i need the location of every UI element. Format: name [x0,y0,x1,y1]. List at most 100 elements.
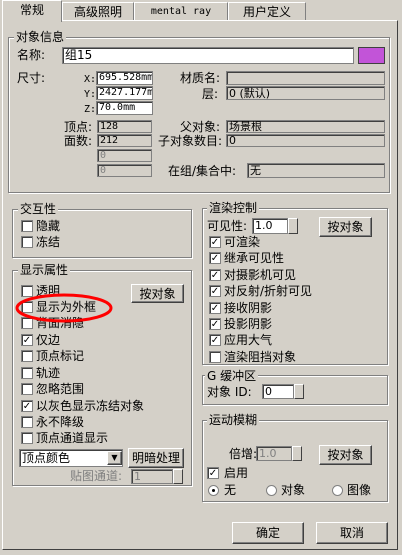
vertex-ticks-checkbox[interactable] [21,350,33,362]
tab-bar: 常规 高级照明 mental ray 用户定义 [0,0,402,22]
rendering-control-title: 渲染控制 [207,201,260,215]
visible-to-camera-label: 对摄影机可见 [224,268,297,282]
map-channel-spinner [173,469,183,484]
show-frozen-gray-checkbox[interactable]: ✓ [21,400,33,412]
apply-atmospherics-checkbox[interactable]: ✓ [209,334,221,346]
never-degrade-label: 永不降级 [36,415,85,429]
x-size-value: 695.528mm [96,71,153,85]
gbuffer-title: G 缓冲区 [205,369,259,383]
chevron-down-icon[interactable]: ▼ [107,451,122,465]
object-info-title: 对象信息 [14,30,67,44]
hide-checkbox[interactable] [21,220,33,232]
z-label: Z: [84,104,97,115]
cast-shadows-checkbox[interactable]: ✓ [209,318,221,330]
material-label: 材质名: [180,71,221,85]
shaded-button[interactable]: 明暗处理 [128,448,184,468]
name-field[interactable]: 组15 [62,47,354,64]
object-id-spinner[interactable] [294,384,304,399]
visibility-label: 可见性: [207,219,248,233]
layer-label: 层: [202,87,219,101]
freeze-label: 冻结 [36,235,61,249]
receive-shadows-checkbox[interactable]: ✓ [209,302,221,314]
vertex-ticks-label: 顶点标记 [36,349,85,363]
motion-blur-title: 运动模糊 [207,413,260,427]
faces-label: 面数: [64,134,93,148]
tab-user-defined[interactable]: 用户定义 [228,2,306,20]
red-ellipse-annotation [15,293,113,323]
vertices-label: 顶点: [64,120,93,134]
multiplier-label: 倍增: [229,447,258,461]
apply-atmospherics-label: 应用大气 [224,333,273,347]
object-id-field[interactable]: 0 [262,384,294,399]
children-field: 0 [226,134,385,147]
render-occluded-label: 渲染阻挡对象 [224,350,297,364]
freeze-checkbox[interactable] [21,236,33,248]
in-group-field: 无 [247,163,385,178]
visibility-field[interactable]: 1.0 [252,218,288,234]
never-degrade-checkbox[interactable] [21,416,33,428]
parent-field: 场景根 [226,120,385,133]
ignore-extents-checkbox[interactable] [21,383,33,395]
vertex-channel-label: 顶点通道显示 [36,431,109,445]
ignore-extents-label: 忽略范围 [36,382,85,396]
enable-checkbox[interactable]: ✓ [207,467,219,479]
y-label: Y: [84,89,97,100]
layer-field: 0 (默认) [226,86,385,100]
interactivity-group [12,209,192,258]
name-label: 名称: [17,48,46,62]
show-frozen-gray-label: 以灰色显示冻结对象 [36,399,145,413]
none-radio[interactable] [208,485,219,496]
tab-general[interactable]: 常规 [2,0,62,22]
image-radio[interactable] [332,485,343,496]
trajectory-label: 轨迹 [36,366,61,380]
visible-to-camera-checkbox[interactable]: ✓ [209,269,221,281]
x-label: X: [84,74,97,85]
vertices-value: 128 [97,120,152,133]
visible-to-reflection-label: 对反射/折射可见 [224,284,313,298]
inherit-visibility-label: 继承可见性 [224,251,285,265]
motion-by-object-button[interactable]: 按对象 [319,445,372,465]
renderable-checkbox[interactable]: ✓ [209,236,221,248]
vertex-color-select-value: 顶点颜色 [22,451,71,465]
renderable-label: 可渲染 [224,235,261,249]
vertex-channel-checkbox[interactable] [21,432,33,444]
ok-button[interactable]: 确定 [232,522,304,544]
children-label: 子对象数目: [158,134,223,148]
blank-value-2: 0 [97,164,152,177]
map-channel-label: 贴图通道: [70,469,123,483]
render-occluded-checkbox[interactable] [209,351,221,363]
cast-shadows-label: 投影阴影 [224,317,273,331]
edges-only-label: 仅边 [36,333,61,347]
parent-label: 父对象: [180,120,221,134]
size-label: 尺寸: [17,71,46,85]
multiplier-spinner [292,446,302,461]
interactivity-title: 交互性 [18,202,59,216]
visible-to-reflection-checkbox[interactable]: ✓ [209,285,221,297]
tab-advanced-lighting[interactable]: 高级照明 [62,2,134,20]
material-field [226,71,385,85]
trajectory-checkbox[interactable] [21,367,33,379]
tab-mental-ray[interactable]: mental ray [134,2,228,20]
display-properties-title: 显示属性 [18,263,71,277]
receive-shadows-label: 接收阴影 [224,301,273,315]
enable-label: 启用 [224,466,249,480]
object-color-swatch[interactable] [358,47,385,64]
inherit-visibility-checkbox[interactable]: ✓ [209,252,221,264]
cancel-button[interactable]: 取消 [316,522,388,544]
edges-only-checkbox[interactable]: ✓ [21,334,33,346]
multiplier-field: 1.0 [256,446,292,461]
faces-value: 212 [97,134,152,147]
display-by-object-button[interactable]: 按对象 [131,284,184,303]
y-size-value: 2427.177m [96,86,153,100]
in-group-label: 在组/集合中: [168,164,237,178]
z-size-value: 70.0mm [96,101,153,115]
object-label: 对象 [281,483,306,497]
visibility-spinner[interactable] [288,218,298,234]
none-label: 无 [224,483,237,497]
render-by-object-button[interactable]: 按对象 [319,217,372,237]
blank-value-1: 0 [97,149,152,162]
object-id-label: 对象 ID: [207,385,252,399]
map-channel-field: 1 [131,469,173,484]
object-radio[interactable] [266,485,277,496]
image-label: 图像 [347,483,372,497]
